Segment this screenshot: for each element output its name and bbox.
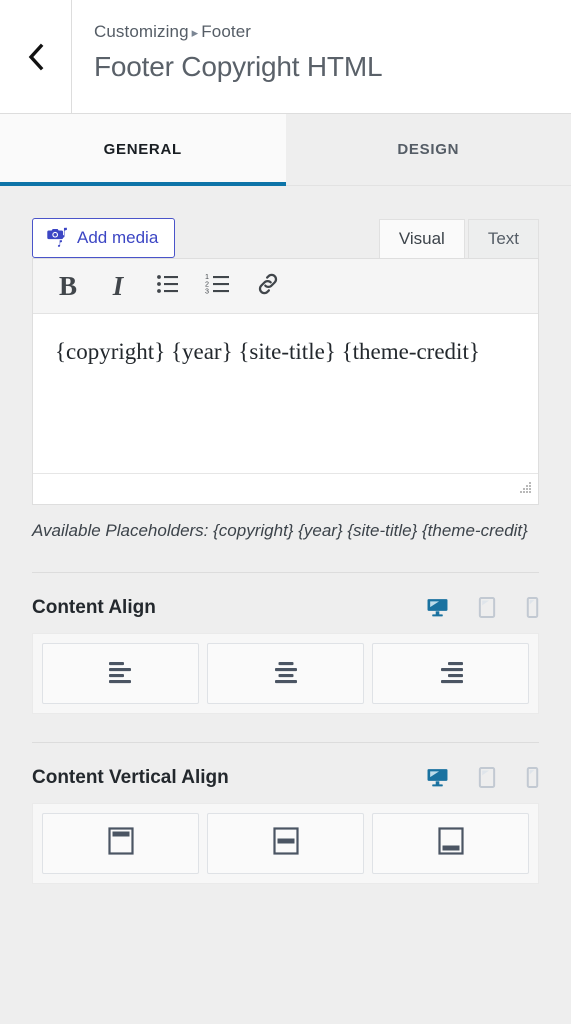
tablet-icon[interactable] <box>478 767 496 789</box>
align-left-button[interactable] <box>42 642 199 704</box>
tab-general-label: GENERAL <box>103 141 182 158</box>
media-camera-music-icon <box>46 225 68 252</box>
panel-body: Add media Visual Text B I 1 2 3 {copyrig… <box>0 186 571 884</box>
add-media-label: Add media <box>77 228 159 247</box>
align-right-button[interactable] <box>372 642 529 704</box>
editor-tab-text[interactable]: Text <box>467 218 539 258</box>
align-left-icon <box>105 657 137 690</box>
unordered-list-button[interactable] <box>143 263 193 309</box>
editor-tab-visual-label: Visual <box>398 228 445 248</box>
content-vertical-align-options <box>32 802 539 884</box>
editor-mode-tabs: Visual Text <box>376 218 539 258</box>
back-button[interactable] <box>0 0 72 113</box>
svg-text:3: 3 <box>205 286 209 294</box>
desktop-icon[interactable] <box>427 767 448 788</box>
link-button[interactable] <box>243 263 293 309</box>
editor-status-bar <box>33 474 538 504</box>
chevron-left-icon <box>25 41 47 73</box>
editor-toolbar: B I 1 2 3 <box>33 259 538 314</box>
control-header-content-align: Content Align <box>0 573 571 619</box>
rich-text-editor: B I 1 2 3 {copyright} {year} {site-title… <box>32 258 539 505</box>
resize-grip-icon[interactable] <box>515 478 533 501</box>
valign-middle-button[interactable] <box>207 812 364 874</box>
valign-middle-icon <box>269 825 303 862</box>
device-switcher-content-align <box>427 597 539 619</box>
editor-section: Add media Visual Text B I 1 2 3 {copyrig… <box>0 186 571 544</box>
bold-icon: B <box>58 270 77 301</box>
ordered-list-button[interactable]: 1 2 3 <box>193 263 243 309</box>
device-switcher-content-vertical-align <box>427 767 539 789</box>
bold-button[interactable]: B <box>43 263 93 309</box>
tab-design-label: DESIGN <box>397 141 460 158</box>
panel-tabs: GENERAL DESIGN <box>0 114 571 186</box>
editor-top-row: Add media Visual Text <box>32 212 539 258</box>
content-vertical-align-label: Content Vertical Align <box>32 766 229 788</box>
valign-top-button[interactable] <box>42 812 199 874</box>
ordered-list-icon: 1 2 3 <box>205 272 231 300</box>
breadcrumb-separator-icon: ▸ <box>191 25 199 40</box>
editor-tab-text-label: Text <box>487 228 519 248</box>
content-align-label: Content Align <box>32 596 156 618</box>
breadcrumb: Customizing ▸ Footer <box>94 22 571 42</box>
italic-button[interactable]: I <box>93 263 143 309</box>
page-title: Footer Copyright HTML <box>94 51 383 83</box>
tab-design[interactable]: DESIGN <box>285 114 571 185</box>
link-icon <box>255 271 281 302</box>
valign-bottom-button[interactable] <box>372 812 529 874</box>
align-center-icon <box>270 657 302 690</box>
align-center-button[interactable] <box>207 642 364 704</box>
content-align-options <box>32 632 539 714</box>
control-header-content-vertical-align: Content Vertical Align <box>0 743 571 789</box>
customizer-header: Customizing ▸ Footer Footer Copyright HTML <box>0 0 571 114</box>
add-media-button[interactable]: Add media <box>32 218 176 258</box>
breadcrumb-current: Footer <box>201 22 252 41</box>
mobile-icon[interactable] <box>526 597 539 619</box>
tab-general[interactable]: GENERAL <box>0 114 286 186</box>
available-placeholders-help: Available Placeholders: {copyright} {yea… <box>32 521 528 540</box>
valign-bottom-icon <box>434 825 468 862</box>
align-right-icon <box>435 657 467 690</box>
header-titles: Customizing ▸ Footer Footer Copyright HTML <box>72 0 571 113</box>
desktop-icon[interactable] <box>427 597 448 618</box>
tablet-icon[interactable] <box>478 597 496 619</box>
breadcrumb-root: Customizing <box>94 22 189 41</box>
mobile-icon[interactable] <box>526 767 539 789</box>
italic-icon: I <box>112 270 124 301</box>
editor-content-area[interactable]: {copyright} {year} {site-title} {theme-c… <box>33 314 538 474</box>
editor-tab-visual[interactable]: Visual <box>378 218 465 258</box>
valign-top-icon <box>104 825 138 862</box>
unordered-list-icon <box>156 273 180 300</box>
